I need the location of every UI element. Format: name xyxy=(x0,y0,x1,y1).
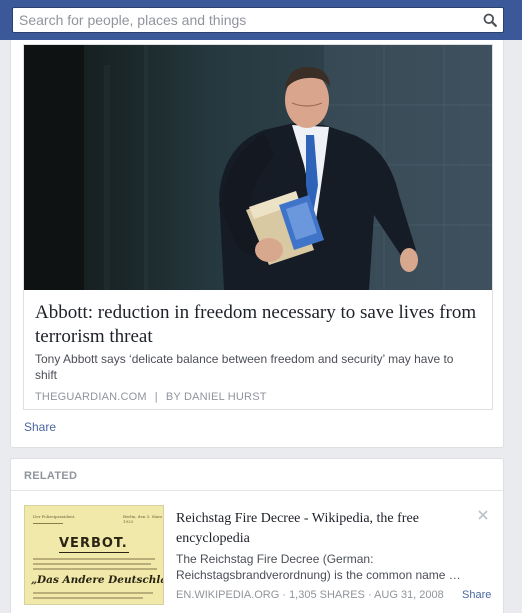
close-icon[interactable] xyxy=(477,509,489,521)
top-bar xyxy=(0,0,522,40)
post-card: Abbott: reduction in freedom necessary t… xyxy=(10,40,504,448)
photo-icon[interactable] xyxy=(24,45,492,290)
thumb-banner: „Das Andere Deutschland“ xyxy=(31,574,163,586)
related-share-link[interactable]: Share xyxy=(462,589,491,601)
source-domain: THEGUARDIAN.COM xyxy=(35,391,147,403)
thumb-text-line xyxy=(33,558,155,560)
search-icon[interactable] xyxy=(483,13,497,27)
related-title: RELATED xyxy=(24,470,78,482)
related-article-description: The Reichstag Fire Decree (German: Reich… xyxy=(176,552,461,582)
article-headline[interactable]: Abbott: reduction in freedom necessary t… xyxy=(35,301,485,349)
thumb-headline: VERBOT. xyxy=(59,536,128,551)
related-article-title[interactable]: Reichstag Fire Decree - Wikipedia, the f… xyxy=(176,509,466,549)
related-article-meta: EN.WIKIPEDIA.ORG · 1,305 SHARES · AUG 31… xyxy=(176,589,444,601)
thumb-underline xyxy=(59,552,129,553)
link-preview[interactable]: Abbott: reduction in freedom necessary t… xyxy=(23,44,493,410)
article-summary: Tony Abbott says ‘delicate balance betwe… xyxy=(35,352,454,382)
article-byline: BY DANIEL HURST xyxy=(165,391,267,403)
source-separator: | xyxy=(154,391,158,403)
related-header: RELATED xyxy=(11,459,503,491)
thumb-text-line xyxy=(33,563,151,565)
search-input[interactable] xyxy=(13,8,473,32)
thumb-fine-print: Der Polizeiprasident xyxy=(33,514,75,519)
search-box[interactable] xyxy=(12,7,504,33)
share-link[interactable]: Share xyxy=(24,420,56,434)
related-thumbnail[interactable]: Der Polizeiprasident Berlin, den 3. Marz… xyxy=(24,505,164,605)
thumb-fine-print: Berlin, den 3. Marz 1933 xyxy=(123,514,163,524)
related-card: RELATED Der Polizeiprasident Berlin, den… xyxy=(10,458,504,613)
article-source: THEGUARDIAN.COM | BY DANIEL HURST xyxy=(35,391,267,403)
thumb-rule xyxy=(33,523,63,524)
thumb-text-line xyxy=(33,592,153,594)
thumb-text-line xyxy=(33,568,157,570)
thumb-text-line xyxy=(33,597,143,599)
article-photo xyxy=(24,45,492,290)
